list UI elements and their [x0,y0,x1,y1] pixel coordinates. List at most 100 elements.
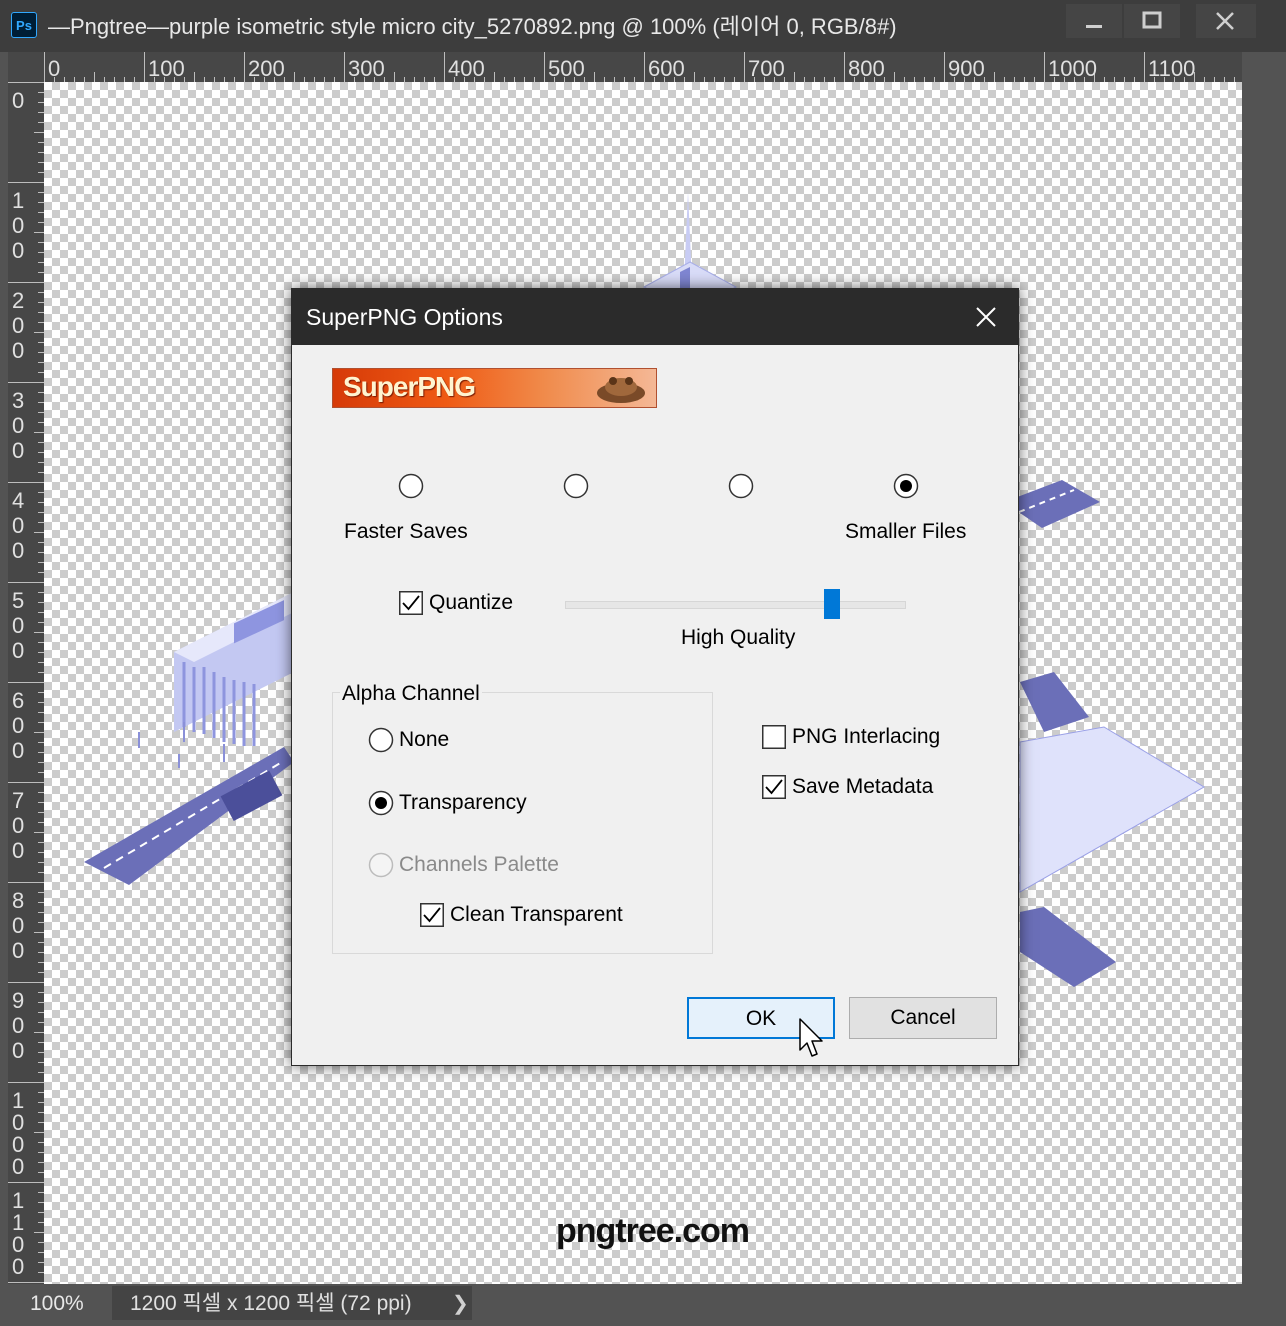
window-title: —Pngtree—purple isometric style micro ci… [48,14,897,39]
ruler-top-label: 1000 [1048,56,1097,81]
ruler-left-label-digit: 0 [12,513,24,538]
ruler-left-label-digit: 8 [12,888,24,913]
ruler-left-label-digit: 6 [12,688,24,713]
compression-radio-1[interactable] [398,473,424,499]
ruler-left-label-digit: 5 [12,588,24,613]
ruler-top-label: 300 [348,56,385,81]
ruler-left-label-digit: 3 [12,388,24,413]
compression-radio-2[interactable] [563,473,589,499]
dialog-close-icon[interactable] [972,303,1000,331]
road-right-middle [1020,672,1089,732]
close-icon [1216,12,1234,30]
photoshop-app-icon: Ps [11,12,37,38]
ruler-left-label-digit: 0 [12,613,24,638]
ruler-left-label-digit: 0 [12,838,24,863]
ruler-left-label-digit: 0 [12,738,24,763]
ruler-left-label-digit: 9 [12,988,24,1013]
horizontal-ruler[interactable]: 0 100 200 300 400 500 600 700 800 900 1000 1100 [44,52,1242,82]
quality-slider-track[interactable] [565,601,906,609]
save-metadata-checkbox[interactable] [762,775,786,799]
png-interlacing-checkbox[interactable] [762,725,786,749]
ruler-left-label-digit: 0 [12,1013,24,1038]
ruler-left-label-digit: 0 [12,238,24,263]
png-interlacing-label: PNG Interlacing [792,725,941,748]
cancel-button[interactable]: Cancel [849,997,997,1039]
ruler-left-label-digit: 0 [12,438,24,463]
ruler-left-label-digit: 0 [12,713,24,738]
alpha-transparency-label: Transparency [399,791,527,814]
quantize-label: Quantize [429,591,514,614]
ruler-top-label: 1100 [1148,56,1195,81]
alpha-channels-palette-label: Channels Palette [399,853,559,876]
ruler-left-label-digit: 0 [12,638,24,663]
ruler-left-label-digit: 0 [12,1154,24,1179]
faster-saves-label: Faster Saves [344,520,468,543]
vertical-ruler-ticks: 010020030040050060070080090010001100 [8,82,44,1283]
zoom-level[interactable]: 100% [30,1288,84,1320]
alpha-channel-group-title: Alpha Channel [340,681,482,707]
ruler-top-label: 700 [748,56,785,81]
minimize-icon [1086,25,1102,28]
ruler-left-label-digit: 0 [12,913,24,938]
alpha-none-label: None [399,728,450,751]
save-metadata-label: Save Metadata [792,775,934,798]
high-quality-label: High Quality [681,626,796,649]
document-info[interactable]: 1200 픽셀 x 1200 픽셀 (72 ppi) ❯ [112,1286,472,1320]
smaller-files-label: Smaller Files [845,520,967,543]
ruler-left-label-digit: 1 [12,188,24,213]
clean-transparent-label: Clean Transparent [450,903,623,926]
ruler-left-label-digit: 0 [12,538,24,563]
ruler-top-label: 500 [548,56,585,81]
alpha-transparency-radio[interactable] [368,790,394,816]
quantize-checkbox[interactable] [399,591,423,615]
document-size-text: 1200 픽셀 x 1200 픽셀 (72 ppi) [130,1292,412,1315]
maximize-button[interactable] [1124,4,1180,38]
frog-icon [597,377,645,403]
maximize-icon [1142,11,1162,29]
watermark-text: pngtree.com [556,1212,750,1250]
ruler-left-label-digit: 0 [12,413,24,438]
ruler-left-label-digit: 2 [12,288,24,313]
right-platform [1019,726,1205,893]
ruler-top-label: 0 [48,56,60,81]
ruler-left-label-digit: 0 [12,1038,24,1063]
ruler-left-label-digit: 7 [12,788,24,813]
alpha-none-radio[interactable] [368,727,394,753]
vertical-ruler[interactable]: 010020030040050060070080090010001100 [8,82,44,1284]
mouse-pointer-icon [799,1018,823,1057]
window-titlebar: Ps —Pngtree—purple isometric style micro… [0,0,1286,52]
quality-slider-thumb[interactable] [824,589,840,619]
superpng-banner-logo: SuperPNG [332,368,657,408]
banner-text: SuperPNG [343,371,476,402]
status-bar: 100% 1200 픽셀 x 1200 픽셀 (72 ppi) ❯ [0,1284,1286,1326]
dialog-titlebar: SuperPNG Options [292,289,1018,345]
small-trees [138,722,225,768]
ruler-top-label: 400 [448,56,485,81]
ruler-left-label-digit: 0 [12,338,24,363]
ruler-left-label-digit: 0 [12,88,24,113]
ruler-top-label: 800 [848,56,885,81]
alpha-channels-palette-radio [368,852,394,878]
ruler-top-label: 600 [648,56,685,81]
ruler-left-label-digit: 0 [12,213,24,238]
ruler-top-label: 100 [148,56,185,81]
ruler-left-label-digit: 0 [12,813,24,838]
ruler-left-label-digit: 0 [12,1254,24,1279]
window-close-button[interactable] [1196,4,1256,38]
compression-radio-4[interactable] [893,473,919,499]
ruler-top-label: 200 [248,56,285,81]
horizontal-ruler-ticks: 0 100 200 300 400 500 600 700 800 900 1000 1100 [44,52,1235,82]
dialog-title: SuperPNG Options [306,304,503,330]
ruler-left-label-digit: 4 [12,488,24,513]
chevron-right-icon[interactable]: ❯ [452,1288,469,1320]
compression-radio-3[interactable] [728,473,754,499]
minimize-button[interactable] [1066,4,1122,38]
ruler-corner [8,52,44,82]
road-right-lower [1020,907,1116,987]
road-left [84,747,294,885]
ruler-left-label-digit: 0 [12,313,24,338]
ruler-top-label: 900 [948,56,985,81]
ruler-left-label-digit: 0 [12,938,24,963]
clean-transparent-checkbox[interactable] [420,903,444,927]
superpng-options-dialog: SuperPNG Options SuperPNG Faster Saves S… [291,288,1019,1066]
